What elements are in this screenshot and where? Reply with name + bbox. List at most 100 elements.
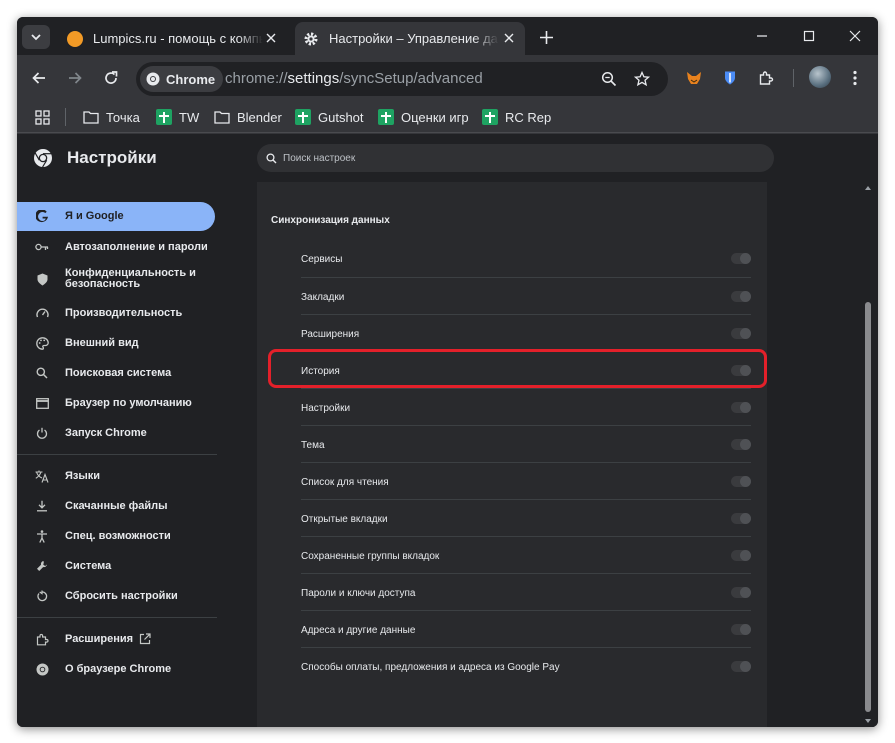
reload-button[interactable] [100,67,122,89]
close-icon [849,30,861,42]
profile-avatar[interactable] [809,66,831,88]
sync-row-label: История [301,366,340,377]
search-input[interactable] [283,152,683,164]
toolbar-divider [793,69,794,87]
sync-toggle[interactable] [731,365,751,376]
bookmark-rc-rep[interactable]: RC Rep [482,107,551,127]
new-tab-button[interactable] [535,26,557,48]
scroll-down-arrow-icon[interactable] [865,719,871,723]
sidebar-item-accessibility[interactable]: Спец. возможности [17,527,215,545]
scrollbar[interactable] [863,182,874,727]
sync-row-label: Сохраненные группы вкладок [301,551,440,562]
sidebar-item-label: Запуск Chrome [65,426,147,439]
sidebar-item-label: Конфиденциальность и безопасность [65,267,196,290]
scrollbar-thumb[interactable] [865,302,871,712]
sidebar-item-downloads[interactable]: Скачанные файлы [17,497,215,515]
bookmark-gutshot[interactable]: Gutshot [295,107,364,127]
bookmark-folder-blender[interactable]: Blender [214,107,282,127]
sidebar-item-languages[interactable]: Языки [17,467,215,485]
section-title: Синхронизация данных [271,215,390,226]
puzzle-icon [35,632,49,646]
folder-icon [83,111,99,124]
sync-toggle[interactable] [731,661,751,672]
sidebar-item-label: Автозаполнение и пароли [65,240,208,253]
tab-title: Lumpics.ru - помощь с компьютером [93,31,263,46]
close-window-button[interactable] [843,25,867,47]
folder-icon [214,111,230,124]
sidebar-item-system[interactable]: Система [17,557,215,575]
sync-toggle[interactable] [731,291,751,302]
sidebar-item-about-chrome[interactable]: О браузере Chrome [17,660,215,678]
bookmark-label: TW [179,109,200,125]
sync-row-label: Способы оплаты, предложения и адреса из … [301,662,560,673]
sidebar: Я и Google Автозаполнение и пароли Конфи… [17,182,237,727]
sync-toggle[interactable] [731,439,751,450]
more-vertical-icon [853,70,857,86]
sidebar-item-performance[interactable]: Производительность [17,304,215,322]
chrome-icon [146,72,160,86]
sidebar-item-extensions[interactable]: Расширения [17,630,215,648]
sync-toggle[interactable] [731,587,751,598]
speedometer-icon [35,306,49,320]
menu-button[interactable] [844,67,866,89]
sync-toggle[interactable] [731,550,751,561]
sidebar-item-appearance[interactable]: Внешний вид [17,334,215,352]
close-icon[interactable] [501,30,517,46]
sync-row-label: Открытые вкладки [301,514,388,525]
reset-icon [35,589,49,603]
star-icon [634,71,650,87]
toolbar: Chrome chrome://settings/syncSetup/advan… [17,55,878,101]
sheets-icon [482,109,498,125]
bookmark-star-button[interactable] [632,69,652,89]
sidebar-item-label: О браузере Chrome [65,662,172,675]
settings-search[interactable] [257,144,774,172]
sidebar-item-default-browser[interactable]: Браузер по умолчанию [17,394,215,412]
maximize-button[interactable] [797,25,821,47]
sidebar-item-privacy[interactable]: Конфиденциальность и безопасность [17,266,215,292]
bitwarden-extension[interactable] [719,67,741,89]
sync-row-label: Тема [301,440,325,451]
forward-button[interactable] [64,67,86,89]
sidebar-item-autofill[interactable]: Автозаполнение и пароли [17,238,215,256]
tab-search-button[interactable] [22,25,50,49]
apps-button[interactable] [35,107,50,127]
bookmark-folder-tochka[interactable]: Точка [83,107,140,127]
search-icon [35,366,49,380]
sync-row-label: Закладки [301,292,345,303]
minimize-button[interactable] [750,25,774,47]
page-title: Настройки [67,148,157,167]
sidebar-item-search-engine[interactable]: Поисковая система [17,364,215,382]
sidebar-item-label: Расширения [65,632,134,645]
sync-settings-card: Синхронизация данных Сервисы Закладки Ра… [257,182,767,727]
power-icon [35,426,49,440]
key-icon [35,240,49,254]
sidebar-item-reset-settings[interactable]: Сбросить настройки [17,587,215,605]
gear-icon [304,32,318,45]
sync-toggle[interactable] [731,402,751,413]
tab-lumpics[interactable]: Lumpics.ru - помощь с компьютером [59,22,287,55]
extensions-button[interactable] [755,67,777,89]
sync-toggle[interactable] [731,328,751,339]
address-bar[interactable]: Chrome chrome://settings/syncSetup/advan… [136,62,668,96]
zoom-icon [601,71,617,87]
tab-settings[interactable]: Настройки – Управление данными синхрониз… [295,22,525,55]
sidebar-item-you-and-google[interactable]: Я и Google [17,202,215,231]
sidebar-divider [17,617,217,618]
translate-icon [35,469,49,483]
bookmark-game-ratings[interactable]: Оценки игр [378,107,469,127]
metamask-extension[interactable] [683,67,705,89]
sync-row-label: Сервисы [301,254,343,265]
url-path: /syncSetup/advanced [339,70,483,87]
chip-label: Chrome [166,71,216,87]
sync-toggle[interactable] [731,513,751,524]
close-icon[interactable] [263,30,279,46]
scroll-up-arrow-icon[interactable] [865,186,871,190]
sidebar-item-on-startup[interactable]: Запуск Chrome [17,424,215,442]
sync-toggle[interactable] [731,476,751,487]
sync-toggle[interactable] [731,624,751,635]
site-info-chip[interactable]: Chrome [140,66,224,92]
zoom-button[interactable] [599,69,619,89]
bookmark-tw[interactable]: TW [156,107,199,127]
sync-toggle[interactable] [731,253,751,264]
back-button[interactable] [28,67,50,89]
